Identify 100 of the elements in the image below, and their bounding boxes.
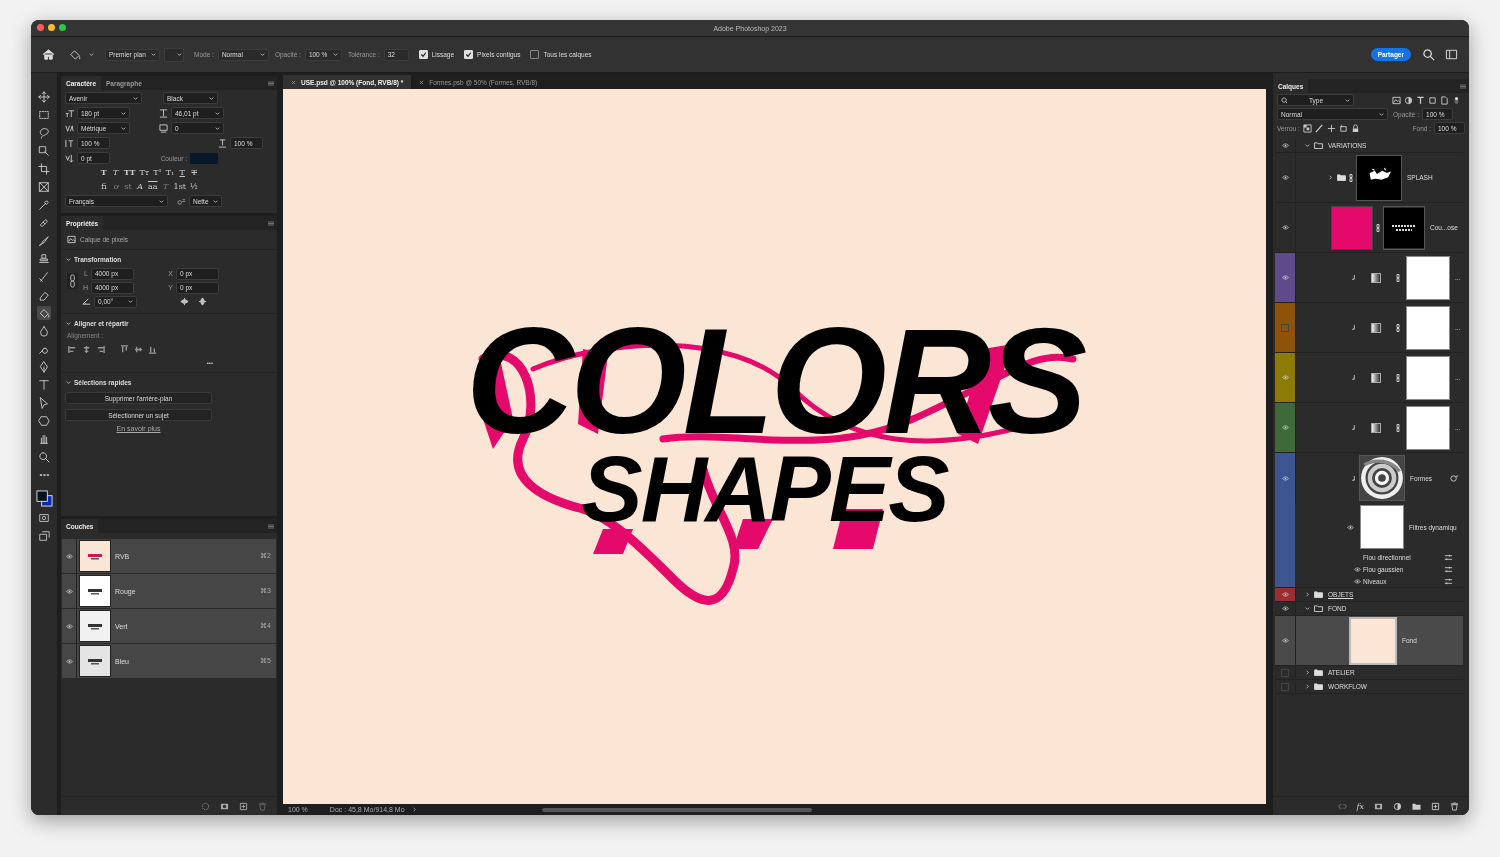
visibility-icon[interactable] <box>1347 524 1354 530</box>
chevron-icon[interactable] <box>1304 142 1311 149</box>
chevron-icon[interactable] <box>1304 605 1311 612</box>
type-icon[interactable] <box>1416 95 1425 105</box>
bucket-icon[interactable] <box>68 48 81 61</box>
chevron-icon[interactable] <box>65 255 72 263</box>
filter-toggle-icon[interactable] <box>1452 95 1461 105</box>
move-icon[interactable] <box>37 90 51 104</box>
align-middle-icon[interactable] <box>134 345 143 354</box>
visibility-toggle[interactable] <box>1281 323 1289 332</box>
mask-icon[interactable] <box>220 801 229 811</box>
folder-icon[interactable] <box>1412 801 1421 811</box>
sliders-icon[interactable] <box>1444 564 1453 574</box>
brush-icon[interactable] <box>37 270 51 284</box>
visibility-icon[interactable] <box>65 623 73 629</box>
visibility-icon[interactable] <box>1281 475 1289 481</box>
lock-icon[interactable] <box>1350 123 1360 133</box>
align-left-icon[interactable] <box>68 345 77 354</box>
opentype-toggle[interactable]: fi <box>100 181 108 191</box>
pen-nib-icon[interactable] <box>37 360 51 374</box>
visibility-icon[interactable] <box>65 658 73 664</box>
quick-mask-icon[interactable] <box>37 511 51 525</box>
visibility-icon[interactable] <box>1281 143 1289 148</box>
half-circle-icon[interactable] <box>1393 801 1402 811</box>
chevron-icon[interactable] <box>1327 174 1334 181</box>
opentype-toggle[interactable]: A <box>136 181 144 191</box>
chevron-icon[interactable] <box>410 806 418 813</box>
image-icon[interactable] <box>1392 95 1401 105</box>
visibility-icon[interactable] <box>1281 638 1289 643</box>
opentype-toggle[interactable]: aa <box>148 181 158 191</box>
visibility-icon[interactable] <box>1281 175 1289 180</box>
visibility-icon[interactable] <box>1281 606 1289 611</box>
align-bottom-icon[interactable] <box>148 345 157 354</box>
zoom-icon[interactable] <box>37 450 51 464</box>
align-center-icon[interactable] <box>82 345 91 354</box>
close-icon[interactable] <box>291 79 296 85</box>
scrollbar[interactable] <box>541 807 812 812</box>
text-style-toggle[interactable]: T¹ <box>153 167 162 177</box>
new-layer-icon[interactable] <box>1431 801 1440 811</box>
opentype-toggle[interactable]: ½ <box>190 181 198 191</box>
type-icon[interactable] <box>37 378 51 392</box>
align-right-icon[interactable] <box>96 345 105 354</box>
brush-icon[interactable] <box>37 234 51 248</box>
smart-object-icon[interactable] <box>1440 95 1449 105</box>
workspace-icon[interactable] <box>1445 48 1458 61</box>
frame-icon[interactable] <box>37 180 51 194</box>
arrow-cursor-icon[interactable] <box>37 396 51 410</box>
chevron-icon[interactable] <box>1304 591 1311 598</box>
hand-icon[interactable] <box>37 432 51 446</box>
smart-filter-icon[interactable] <box>1450 473 1459 483</box>
visibility-icon[interactable] <box>65 553 73 559</box>
eyedropper-icon[interactable] <box>37 198 51 212</box>
object-select-icon[interactable] <box>37 144 51 158</box>
menu-icon[interactable] <box>268 220 274 226</box>
minimize-light[interactable] <box>48 24 55 31</box>
chevron-icon[interactable] <box>1304 669 1311 676</box>
bandage-icon[interactable] <box>37 216 51 230</box>
close-light[interactable] <box>37 24 44 31</box>
color-swatches-icon[interactable] <box>35 490 53 507</box>
brush-icon[interactable] <box>1314 123 1324 133</box>
hexagon-icon[interactable] <box>37 414 51 428</box>
opentype-toggle[interactable]: ơ <box>112 181 120 191</box>
text-style-toggle[interactable]: T <box>178 167 187 177</box>
marquee-icon[interactable] <box>37 108 51 122</box>
mask-icon[interactable] <box>1374 801 1383 811</box>
checkerboard-icon[interactable] <box>1302 123 1312 133</box>
text-style-toggle[interactable]: T <box>99 167 108 177</box>
home-icon[interactable] <box>42 48 55 61</box>
layer-style-button[interactable]: fx <box>1356 801 1364 811</box>
visibility-icon[interactable] <box>1281 225 1289 230</box>
dotted-circle-icon[interactable] <box>201 801 210 811</box>
chevron-icon[interactable] <box>1304 683 1311 690</box>
chevron-icon[interactable] <box>65 319 72 327</box>
opentype-toggle[interactable]: st <box>124 181 132 191</box>
chevron-icon[interactable] <box>65 378 72 386</box>
link-icon[interactable] <box>67 273 78 289</box>
new-channel-icon[interactable] <box>239 801 248 811</box>
bucket-icon[interactable] <box>37 306 51 320</box>
close-icon[interactable] <box>419 79 425 85</box>
menu-icon[interactable] <box>268 80 274 86</box>
visibility-icon[interactable] <box>1281 592 1289 597</box>
text-style-toggle[interactable]: Tт <box>139 167 150 177</box>
opentype-toggle[interactable]: 1st <box>173 181 186 191</box>
menu-icon[interactable] <box>268 523 274 529</box>
visibility-icon[interactable] <box>1354 578 1361 584</box>
shape-icon[interactable] <box>1428 95 1437 105</box>
sliders-icon[interactable] <box>1444 552 1453 562</box>
drop-icon[interactable] <box>37 324 51 338</box>
align-top-icon[interactable] <box>120 345 129 354</box>
sliders-icon[interactable] <box>1444 576 1453 586</box>
search-icon[interactable] <box>1422 48 1435 61</box>
visibility-icon[interactable] <box>1281 425 1289 430</box>
half-circle-icon[interactable] <box>1404 95 1413 105</box>
visibility-toggle[interactable] <box>1281 682 1289 691</box>
text-style-toggle[interactable]: TT <box>123 167 136 177</box>
text-style-toggle[interactable]: T <box>111 167 120 177</box>
text-style-toggle[interactable]: T₁ <box>165 167 175 177</box>
zoom-light[interactable] <box>59 24 66 31</box>
text-style-toggle[interactable]: T <box>190 167 199 177</box>
visibility-icon[interactable] <box>1281 275 1289 280</box>
